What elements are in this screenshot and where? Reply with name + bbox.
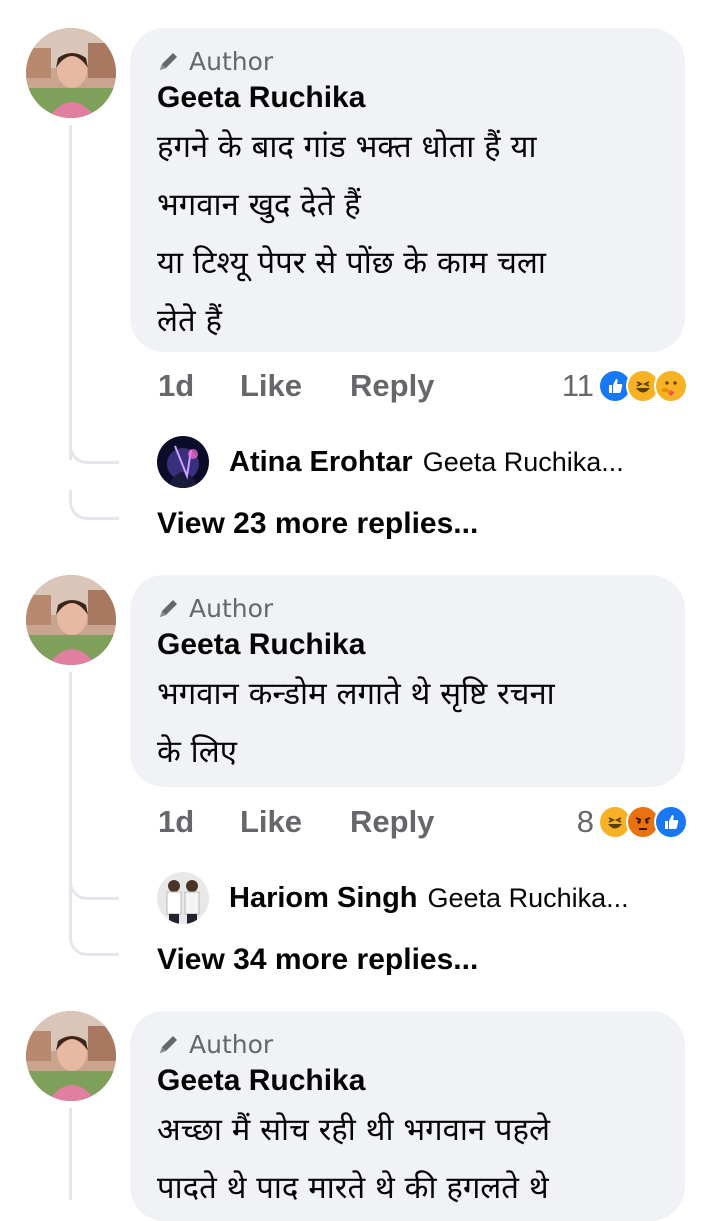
care-icon: [654, 369, 688, 403]
reply-snippet: Geeta Ruchika...: [427, 882, 629, 913]
comment-actions: 1d Like Reply 11: [158, 364, 688, 408]
comment-actions: 1d Like Reply 8: [158, 800, 688, 844]
like-button[interactable]: Like: [240, 804, 350, 840]
reaction-summary[interactable]: 8: [577, 804, 688, 840]
thread-connector: [69, 434, 119, 464]
commenter-name[interactable]: Geeta Ruchika: [157, 1063, 659, 1099]
avatar[interactable]: [26, 28, 116, 118]
author-badge: Author: [157, 1029, 659, 1059]
timestamp[interactable]: 1d: [158, 804, 240, 840]
reaction-count: 8: [576, 804, 594, 839]
thread-connector: [69, 926, 119, 956]
reply-snippet: Geeta Ruchika...: [422, 446, 624, 477]
like-button[interactable]: Like: [240, 368, 350, 404]
author-badge-label: Author: [189, 1029, 274, 1059]
comment-text: भगवान कन्डोम लगाते थे सृष्टि रचना के लिए: [157, 676, 555, 770]
reply-preview[interactable]: Hariom Singh Geeta Ruchika...: [157, 871, 629, 925]
pencil-icon: [160, 600, 177, 617]
reply-avatar[interactable]: [157, 436, 209, 488]
reply-button[interactable]: Reply: [350, 368, 434, 404]
reaction-count: 11: [561, 368, 594, 403]
thread-connector: [69, 870, 119, 900]
comment-text: हगने के बाद गांड भक्त धोता हैं या भगवान …: [157, 129, 546, 339]
timestamp[interactable]: 1d: [158, 368, 240, 404]
author-badge: Author: [157, 593, 659, 623]
view-more-replies-link[interactable]: View 23 more replies...: [157, 507, 478, 541]
view-more-replies-link[interactable]: View 34 more replies...: [157, 943, 478, 977]
thread-line: [69, 125, 72, 460]
author-badge-label: Author: [189, 46, 274, 76]
thread-line: [69, 1108, 72, 1200]
pencil-icon: [160, 53, 177, 70]
reply-author-name[interactable]: Hariom Singh: [229, 882, 418, 915]
commenter-name[interactable]: Geeta Ruchika: [157, 627, 659, 663]
avatar[interactable]: [26, 575, 116, 665]
author-badge: Author: [157, 46, 659, 76]
pencil-icon: [160, 1036, 177, 1053]
like-icon: [654, 805, 688, 839]
reaction-summary[interactable]: 11: [562, 368, 688, 404]
commenter-name[interactable]: Geeta Ruchika: [157, 80, 659, 116]
author-badge-label: Author: [189, 593, 274, 623]
avatar[interactable]: [26, 1011, 116, 1101]
comment-bubble: Author Geeta Ruchika भगवान कन्डोम लगाते …: [130, 575, 685, 787]
reply-avatar[interactable]: [157, 872, 209, 924]
thread-connector: [69, 490, 119, 520]
reply-author-name[interactable]: Atina Erohtar: [229, 446, 413, 479]
reply-preview[interactable]: Atina Erohtar Geeta Ruchika...: [157, 435, 624, 489]
comment-bubble: Author Geeta Ruchika अच्छा मैं सोच रही थ…: [130, 1011, 685, 1221]
comment-bubble: Author Geeta Ruchika हगने के बाद गांड भक…: [130, 28, 685, 352]
reply-button[interactable]: Reply: [350, 804, 434, 840]
